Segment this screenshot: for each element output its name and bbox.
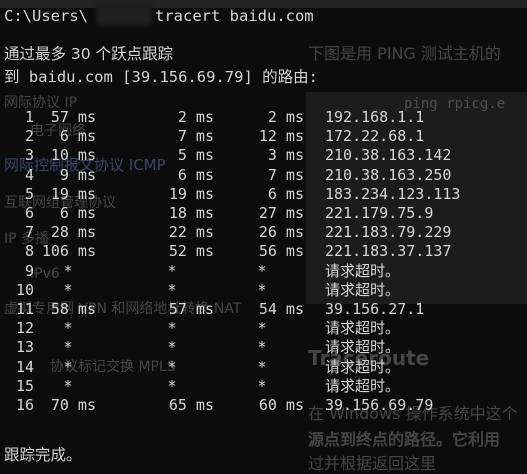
hop-time-3: 26 ms — [258, 223, 304, 242]
hop-address: 39.156.69.79 — [325, 396, 434, 414]
hop-time-1: 6 ms — [59, 204, 96, 222]
hop-time-3: 12 ms — [258, 127, 304, 146]
hop-number: 1 — [24, 108, 34, 126]
hop-time-2: * — [167, 261, 177, 280]
hop-address: 请求超时。 — [325, 261, 401, 280]
hop-time-2: 52 ms — [168, 242, 214, 261]
hop-time-1: 19 ms — [50, 184, 96, 203]
hop-number: 8 — [24, 242, 34, 261]
hop-number: 2 — [24, 127, 34, 146]
hop-number: 4 — [24, 165, 34, 184]
command-text: tracert baidu.com — [155, 7, 314, 25]
hop-number: 6 — [24, 204, 34, 222]
hop-time-1: * — [63, 376, 73, 395]
hop-time-3: 2 ms — [267, 108, 304, 126]
hop-time-3: * — [257, 319, 267, 338]
hop-time-3: 54 ms — [258, 300, 304, 318]
hop-time-2: 19 ms — [168, 184, 214, 203]
hop-number: 13 — [15, 338, 34, 357]
hop-time-2: * — [167, 376, 177, 395]
hop-number: 12 — [15, 319, 34, 338]
hop-time-2: * — [167, 357, 177, 376]
hop-address: 请求超时。 — [325, 280, 401, 299]
hop-time-1: 70 ms — [50, 396, 96, 414]
hop-address: 221.183.79.229 — [325, 223, 452, 242]
hop-time-2: 22 ms — [168, 223, 214, 242]
hop-time-3: * — [257, 338, 267, 357]
hop-time-2: 7 ms — [177, 127, 214, 146]
hop-time-1: * — [63, 280, 73, 299]
hop-time-1: 9 ms — [59, 165, 96, 184]
trace-complete-message: 跟踪完成。 — [4, 446, 82, 464]
hop-number: 14 — [15, 357, 34, 376]
hop-time-3: 3 ms — [267, 146, 304, 165]
hop-time-3: * — [257, 280, 267, 299]
hop-address: 39.156.27.1 — [325, 300, 425, 318]
hop-time-3: * — [257, 357, 267, 376]
hop-address: 请求超时。 — [325, 338, 401, 357]
hop-time-2: 5 ms — [177, 146, 214, 165]
hop-time-2: * — [167, 319, 177, 338]
hop-number: 7 — [24, 223, 34, 242]
hop-address: 221.179.75.9 — [325, 204, 434, 222]
hop-address: 请求超时。 — [325, 357, 401, 376]
hop-number: 3 — [24, 146, 34, 165]
background-caption: 下图是用 PING 测试主机的 — [308, 44, 501, 63]
trace-header-line2: 到 baidu.com [39.156.69.79] 的路由: — [4, 68, 318, 86]
trace-header-line1: 通过最多 30 个跃点跟踪 — [4, 45, 174, 63]
hop-time-3: 7 ms — [267, 165, 304, 184]
hop-time-2: 65 ms — [168, 396, 214, 414]
hop-time-2: * — [167, 280, 177, 299]
hop-address: 210.38.163.142 — [325, 146, 452, 165]
hop-time-3: * — [257, 261, 267, 280]
hop-number: 10 — [15, 280, 34, 299]
hop-address: 请求超时。 — [325, 319, 401, 338]
hop-number: 15 — [15, 376, 34, 395]
hop-time-3: 60 ms — [258, 396, 304, 414]
hop-time-2: 6 ms — [177, 165, 214, 184]
hop-address: 172.22.68.1 — [325, 127, 425, 146]
hop-time-1: * — [63, 357, 73, 376]
hop-time-2: 2 ms — [177, 108, 214, 126]
hop-time-3: 56 ms — [258, 242, 304, 261]
hop-time-1: * — [63, 319, 73, 338]
hop-address: 210.38.163.250 — [325, 165, 452, 184]
hop-number: 16 — [15, 396, 34, 414]
hop-time-1: 58 ms — [50, 300, 96, 318]
hop-time-1: * — [63, 338, 73, 357]
hop-address: 请求超时。 — [325, 376, 401, 395]
hop-number: 11 — [15, 300, 34, 318]
hop-number: 5 — [24, 184, 34, 203]
hop-address: 183.234.123.113 — [325, 184, 461, 203]
hop-time-3: 27 ms — [258, 204, 304, 222]
background-para2: 源点到终点的路径。它利用 — [308, 430, 501, 449]
hop-time-1: 28 ms — [50, 223, 96, 242]
hop-time-2: 57 ms — [168, 300, 214, 318]
hop-time-2: 18 ms — [168, 204, 214, 222]
hop-time-1: 6 ms — [59, 127, 96, 146]
hop-time-1: 106 ms — [41, 242, 96, 261]
command-prompt-path: C:\Users\ — [4, 7, 88, 25]
hop-address: 192.168.1.1 — [325, 108, 425, 126]
hop-time-1: 57 ms — [50, 108, 96, 126]
hop-time-2: * — [167, 338, 177, 357]
hop-address: 221.183.37.137 — [325, 242, 452, 261]
hop-number: 9 — [24, 261, 34, 280]
hop-time-1: 10 ms — [50, 146, 96, 165]
hop-time-3: 6 ms — [267, 184, 304, 203]
redacted-username — [96, 4, 152, 26]
background-para3: 过并根据返回这里 — [308, 454, 437, 473]
hop-time-3: * — [257, 376, 267, 395]
hop-time-1: * — [63, 261, 73, 280]
